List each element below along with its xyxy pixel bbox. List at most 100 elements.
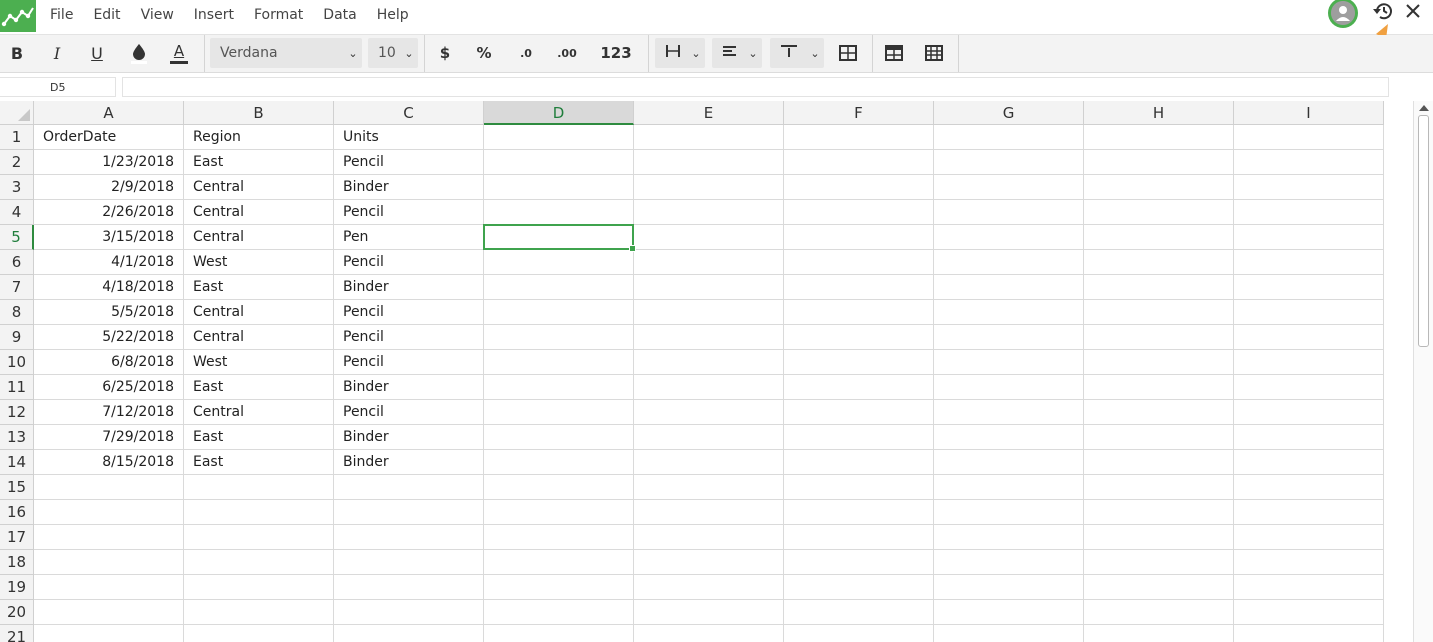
increase-decimals-button[interactable]: .00 (552, 38, 582, 68)
cell-b17[interactable] (184, 525, 334, 550)
cell-c16[interactable] (334, 500, 484, 525)
cell-g3[interactable] (934, 175, 1084, 200)
cell-c20[interactable] (334, 600, 484, 625)
cell-a11[interactable]: 6/25/2018 (34, 375, 184, 400)
cell-a2[interactable]: 1/23/2018 (34, 150, 184, 175)
row-header-18[interactable]: 18 (0, 550, 34, 575)
row-header-19[interactable]: 19 (0, 575, 34, 600)
menu-help[interactable]: Help (367, 7, 419, 23)
cell-h3[interactable] (1084, 175, 1234, 200)
app-logo-icon[interactable] (0, 0, 36, 32)
user-avatar[interactable] (1328, 0, 1358, 28)
cell-h18[interactable] (1084, 550, 1234, 575)
cell-i5[interactable] (1234, 225, 1384, 250)
cell-a12[interactable]: 7/12/2018 (34, 400, 184, 425)
cell-h20[interactable] (1084, 600, 1234, 625)
column-header-i[interactable]: I (1234, 101, 1384, 125)
cell-c15[interactable] (334, 475, 484, 500)
row-header-15[interactable]: 15 (0, 475, 34, 500)
menu-view[interactable]: View (131, 7, 184, 23)
cell-a21[interactable] (34, 625, 184, 642)
cell-i1[interactable] (1234, 125, 1384, 150)
cell-g11[interactable] (934, 375, 1084, 400)
cell-a14[interactable]: 8/15/2018 (34, 450, 184, 475)
cell-b7[interactable]: East (184, 275, 334, 300)
close-icon[interactable] (1402, 0, 1424, 22)
cell-e4[interactable] (634, 200, 784, 225)
cell-f14[interactable] (784, 450, 934, 475)
cell-g1[interactable] (934, 125, 1084, 150)
column-header-g[interactable]: G (934, 101, 1084, 125)
cell-c1[interactable]: Units (334, 125, 484, 150)
cell-d5[interactable] (484, 225, 634, 250)
column-header-a[interactable]: A (34, 101, 184, 125)
cell-e16[interactable] (634, 500, 784, 525)
cell-i12[interactable] (1234, 400, 1384, 425)
cell-b13[interactable]: East (184, 425, 334, 450)
percent-button[interactable]: % (471, 38, 497, 68)
cell-f4[interactable] (784, 200, 934, 225)
cell-f5[interactable] (784, 225, 934, 250)
cell-g16[interactable] (934, 500, 1084, 525)
row-header-14[interactable]: 14 (0, 450, 34, 475)
cell-f9[interactable] (784, 325, 934, 350)
cell-b19[interactable] (184, 575, 334, 600)
cell-h15[interactable] (1084, 475, 1234, 500)
cell-b10[interactable]: West (184, 350, 334, 375)
cell-i16[interactable] (1234, 500, 1384, 525)
cell-a20[interactable] (34, 600, 184, 625)
cell-c9[interactable]: Pencil (334, 325, 484, 350)
column-header-c[interactable]: C (334, 101, 484, 125)
cell-i18[interactable] (1234, 550, 1384, 575)
cell-a8[interactable]: 5/5/2018 (34, 300, 184, 325)
cell-d14[interactable] (484, 450, 634, 475)
cell-h13[interactable] (1084, 425, 1234, 450)
cell-h12[interactable] (1084, 400, 1234, 425)
row-header-8[interactable]: 8 (0, 300, 34, 325)
cell-g14[interactable] (934, 450, 1084, 475)
cell-d4[interactable] (484, 200, 634, 225)
cell-h4[interactable] (1084, 200, 1234, 225)
cell-h10[interactable] (1084, 350, 1234, 375)
cell-i6[interactable] (1234, 250, 1384, 275)
cell-i4[interactable] (1234, 200, 1384, 225)
cell-g21[interactable] (934, 625, 1084, 642)
cell-a7[interactable]: 4/18/2018 (34, 275, 184, 300)
cell-a17[interactable] (34, 525, 184, 550)
scrollbar-thumb[interactable] (1418, 115, 1429, 347)
cell-e10[interactable] (634, 350, 784, 375)
cell-g4[interactable] (934, 200, 1084, 225)
cell-d6[interactable] (484, 250, 634, 275)
text-color-button[interactable]: A (166, 38, 192, 68)
italic-button[interactable]: I (44, 38, 70, 68)
row-header-10[interactable]: 10 (0, 350, 34, 375)
cell-g13[interactable] (934, 425, 1084, 450)
cell-i9[interactable] (1234, 325, 1384, 350)
cell-f11[interactable] (784, 375, 934, 400)
cell-i11[interactable] (1234, 375, 1384, 400)
cell-h11[interactable] (1084, 375, 1234, 400)
cell-b18[interactable] (184, 550, 334, 575)
cell-g18[interactable] (934, 550, 1084, 575)
cell-i13[interactable] (1234, 425, 1384, 450)
cell-f20[interactable] (784, 600, 934, 625)
cell-f2[interactable] (784, 150, 934, 175)
cell-b2[interactable]: East (184, 150, 334, 175)
cell-b3[interactable]: Central (184, 175, 334, 200)
cell-i2[interactable] (1234, 150, 1384, 175)
cell-g9[interactable] (934, 325, 1084, 350)
cell-c14[interactable]: Binder (334, 450, 484, 475)
select-all-corner[interactable] (0, 101, 34, 125)
cell-g15[interactable] (934, 475, 1084, 500)
column-header-d[interactable]: D (484, 101, 634, 125)
column-header-f[interactable]: F (784, 101, 934, 125)
cell-e15[interactable] (634, 475, 784, 500)
cell-e21[interactable] (634, 625, 784, 642)
cell-e9[interactable] (634, 325, 784, 350)
cell-d1[interactable] (484, 125, 634, 150)
cell-h21[interactable] (1084, 625, 1234, 642)
cell-f12[interactable] (784, 400, 934, 425)
cell-h2[interactable] (1084, 150, 1234, 175)
cell-a13[interactable]: 7/29/2018 (34, 425, 184, 450)
cell-e14[interactable] (634, 450, 784, 475)
